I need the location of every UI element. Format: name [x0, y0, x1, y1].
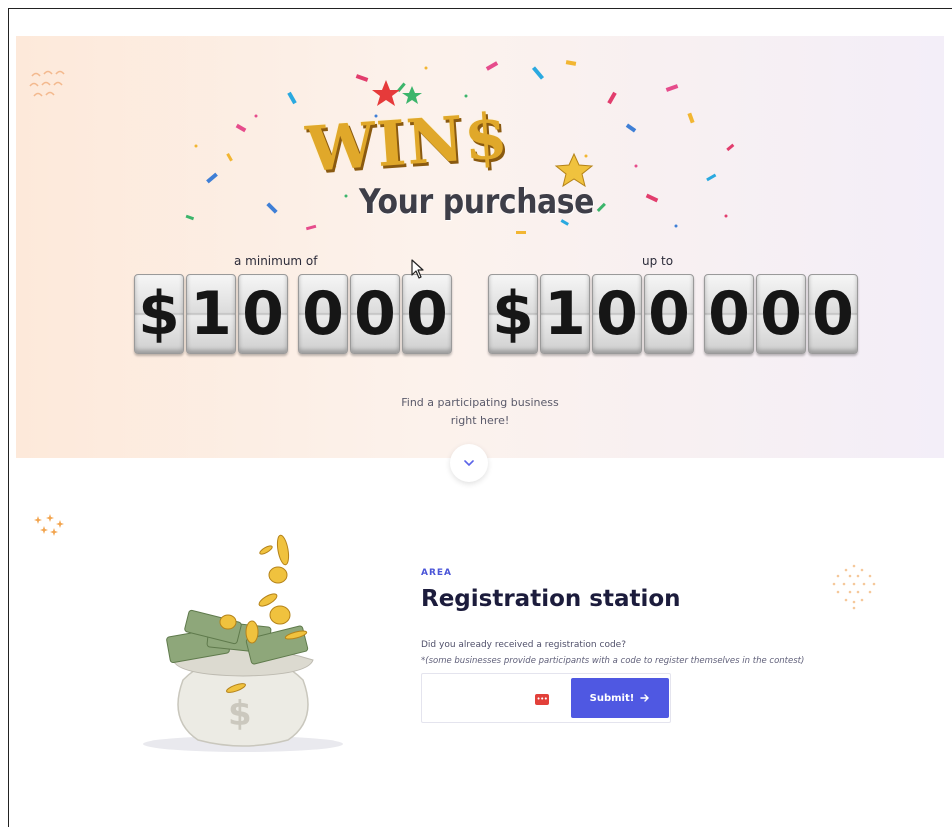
submit-button-label: Submit!	[589, 692, 635, 704]
counter-digit: 0	[808, 274, 858, 354]
counter-digit: 0	[592, 274, 642, 354]
counter-digit: 0	[238, 274, 288, 354]
counter-digit: 0	[402, 274, 452, 354]
counter-digit: 0	[644, 274, 694, 354]
maximum-amount-counter: $ 1 0 0 0 0 0	[488, 274, 858, 354]
money-bag-illustration: $	[143, 534, 343, 752]
decorative-arcs-icon	[29, 70, 65, 97]
counter-digit: 1	[540, 274, 590, 354]
hero-banner: WIN$ Your purchase a minimum of up to $ …	[16, 36, 944, 458]
find-business-text: Find a participating business right here…	[380, 394, 580, 430]
counter-digit: 0	[704, 274, 754, 354]
counter-digit: 0	[298, 274, 348, 354]
win-logo-text: WIN$	[303, 99, 511, 186]
counter-digit: $	[488, 274, 538, 354]
arrow-right-icon	[640, 694, 650, 702]
win-logo: WIN$	[304, 80, 606, 188]
hero-tagline: Your purchase	[359, 182, 595, 222]
registration-question: Did you already received a registration …	[421, 640, 626, 650]
submit-button[interactable]: Submit!	[571, 678, 669, 718]
mouse-cursor-icon	[411, 259, 424, 279]
registration-note: *(some businesses provide participants w…	[421, 656, 805, 666]
section-eyebrow: AREA	[421, 568, 453, 578]
dots-pattern-icon	[832, 564, 876, 610]
find-business-line: Find a participating business	[401, 396, 559, 409]
minimum-label: a minimum of	[234, 254, 318, 268]
chevron-down-icon	[464, 460, 474, 467]
registration-form: ••• Submit!	[421, 673, 671, 723]
sparkle-icon	[34, 514, 64, 536]
counter-digit: $	[134, 274, 184, 354]
minimum-amount-counter: $ 1 0 0 0 0	[134, 274, 452, 354]
registration-code-input[interactable]	[428, 684, 528, 712]
password-manager-icon[interactable]: •••	[535, 694, 549, 705]
counter-digit: 0	[756, 274, 806, 354]
counter-digit: 0	[350, 274, 400, 354]
maximum-label: up to	[642, 254, 674, 268]
scroll-down-button[interactable]	[450, 444, 488, 482]
find-business-line: right here!	[450, 414, 510, 427]
svg-text:$: $	[228, 694, 252, 734]
counter-digit: 1	[186, 274, 236, 354]
registration-title: Registration station	[421, 586, 681, 612]
